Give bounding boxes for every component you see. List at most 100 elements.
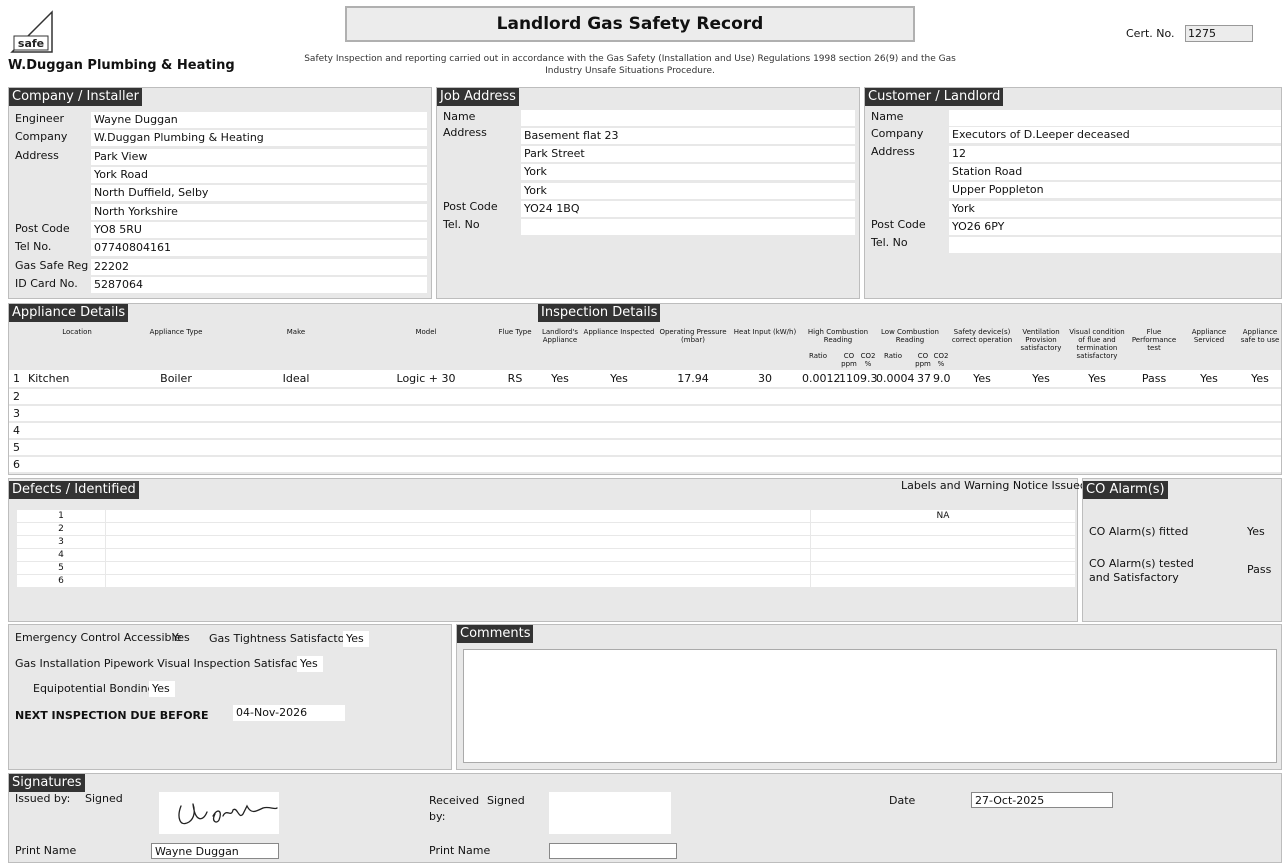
co-alarm-fitted-value[interactable]: Yes <box>1247 525 1265 538</box>
address-line-2[interactable]: York Road <box>91 167 427 183</box>
job-address-section: Job Address Name Address Basement flat 2… <box>436 87 860 299</box>
col-location: Location <box>62 328 92 336</box>
customer-company-field[interactable]: Executors of D.Leeper deceased <box>949 127 1281 143</box>
job-address-line-3[interactable]: York <box>521 164 855 180</box>
row-low-co[interactable]: 37 <box>917 370 931 387</box>
row-appliance-inspected[interactable]: Yes <box>581 370 657 387</box>
cert-number-field[interactable]: 1275 <box>1185 25 1253 42</box>
co-alarm-heading: CO Alarm(s) <box>1083 481 1168 499</box>
row-high-co[interactable]: 110 <box>839 370 860 387</box>
address-line-1[interactable]: Park View <box>91 149 427 165</box>
row-flue-performance[interactable]: Pass <box>1126 370 1182 387</box>
defect-notice[interactable] <box>811 536 1075 548</box>
gas-safe-reg-field[interactable]: 22202 <box>91 259 427 275</box>
address-line-3[interactable]: North Duffield, Selby <box>91 185 427 201</box>
customer-name-field[interactable] <box>949 110 1281 126</box>
defects-section: Defects / Identified Labels and Warning … <box>8 478 1087 622</box>
customer-postcode-field[interactable]: YO26 6PY <box>949 219 1281 235</box>
co-alarm-tested-value[interactable]: Pass <box>1247 563 1271 576</box>
job-name-label: Name <box>443 110 476 123</box>
comments-textarea[interactable] <box>463 649 1277 763</box>
row-high-co2[interactable]: 9.3 <box>860 370 878 387</box>
defect-notice[interactable] <box>811 575 1075 587</box>
customer-address-line-1[interactable]: 12 <box>949 146 1281 162</box>
defect-row[interactable]: 6 <box>17 575 1075 587</box>
receiver-signature[interactable] <box>549 792 671 834</box>
row-low-ratio[interactable]: 0.0004 <box>876 370 915 387</box>
customer-address-line-2[interactable]: Station Road <box>949 164 1281 180</box>
row-operating-pressure[interactable]: 17.94 <box>657 370 729 387</box>
id-card-field[interactable]: 5287064 <box>91 277 427 293</box>
appliance-row-6[interactable]: 6 <box>9 457 1281 472</box>
row-serviced[interactable]: Yes <box>1183 370 1235 387</box>
defect-row[interactable]: 1 NA <box>17 510 1075 522</box>
defect-text[interactable] <box>106 575 810 587</box>
appliance-row-3[interactable]: 3 <box>9 406 1281 421</box>
job-tel-field[interactable] <box>521 219 855 235</box>
defect-text[interactable] <box>106 523 810 535</box>
customer-address-line-3[interactable]: Upper Poppleton <box>949 182 1281 198</box>
row-low-co2[interactable]: 9.0 <box>933 370 951 387</box>
job-postcode-field[interactable]: YO24 1BQ <box>521 201 855 217</box>
company-field[interactable]: W.Duggan Plumbing & Heating <box>91 130 427 146</box>
defect-notice[interactable]: NA <box>811 510 1075 522</box>
received-print-name-field[interactable] <box>549 843 677 859</box>
defect-notice[interactable] <box>811 549 1075 561</box>
page-subtitle: Safety Inspection and reporting carried … <box>290 53 970 77</box>
defect-text[interactable] <box>106 549 810 561</box>
defect-row[interactable]: 5 <box>17 562 1075 574</box>
row-heat-input[interactable]: 30 <box>729 370 801 387</box>
job-name-field[interactable] <box>521 110 855 126</box>
row-visual-condition[interactable]: Yes <box>1069 370 1125 387</box>
row-high-ratio[interactable]: 0.0012 <box>802 370 841 387</box>
job-address-heading: Job Address <box>437 88 519 106</box>
row-landlords-appliance[interactable]: Yes <box>539 370 581 387</box>
row-ventilation[interactable]: Yes <box>1014 370 1068 387</box>
appliance-row-5[interactable]: 5 <box>9 440 1281 455</box>
defect-text[interactable] <box>106 562 810 574</box>
customer-address-line-4[interactable]: York <box>949 201 1281 217</box>
date-label: Date <box>889 794 916 807</box>
col-heat-input: Heat Input (kW/h) <box>733 328 797 336</box>
next-inspection-date[interactable]: 04-Nov-2026 <box>233 705 345 721</box>
row-model[interactable]: Logic + 30 <box>361 370 491 387</box>
col-low-co2: CO2 % <box>933 352 949 368</box>
row-safe-to-use[interactable]: Yes <box>1236 370 1284 387</box>
appliance-row-2[interactable]: 2 <box>9 389 1281 404</box>
row-appliance-type[interactable]: Boiler <box>121 370 231 387</box>
defect-text[interactable] <box>106 536 810 548</box>
defect-row[interactable]: 4 <box>17 549 1075 561</box>
signature-date-field[interactable]: 27-Oct-2025 <box>971 792 1113 808</box>
defect-row[interactable]: 2 <box>17 523 1075 535</box>
installer-heading: Company / Installer <box>9 88 142 106</box>
customer-tel-field[interactable] <box>949 237 1281 253</box>
issuer-signature[interactable] <box>159 792 279 834</box>
tel-field[interactable]: 07740804161 <box>91 240 427 256</box>
appliance-table-header: Location Appliance Type Make Model Flue … <box>9 324 1281 368</box>
gas-tightness-value[interactable]: Yes <box>343 631 369 647</box>
col-appliance-inspected: Appliance Inspected <box>583 328 655 336</box>
defect-notice[interactable] <box>811 523 1075 535</box>
customer-address-label: Address <box>871 145 915 158</box>
job-address-line-2[interactable]: Park Street <box>521 146 855 162</box>
row-number: 2 <box>13 390 20 403</box>
engineer-field[interactable]: Wayne Duggan <box>91 112 427 128</box>
svg-text:safe: safe <box>18 37 44 50</box>
equipotential-bonding-value[interactable]: Yes <box>149 681 175 697</box>
defect-notice[interactable] <box>811 562 1075 574</box>
emergency-control-value[interactable]: Yes <box>169 630 199 646</box>
installer-section: Company / Installer Engineer Wayne Dugga… <box>8 87 432 299</box>
row-make[interactable]: Ideal <box>231 370 361 387</box>
job-address-line-1[interactable]: Basement flat 23 <box>521 128 855 144</box>
row-flue-type[interactable]: RS <box>491 370 539 387</box>
appliance-row-4[interactable]: 4 <box>9 423 1281 438</box>
defect-text[interactable] <box>106 510 810 522</box>
defect-row[interactable]: 3 <box>17 536 1075 548</box>
pipework-inspection-value[interactable]: Yes <box>297 656 323 672</box>
address-line-4[interactable]: North Yorkshire <box>91 204 427 220</box>
postcode-field[interactable]: YO8 5RU <box>91 222 427 238</box>
job-address-line-4[interactable]: York <box>521 183 855 199</box>
issued-print-name-field[interactable]: Wayne Duggan <box>151 843 279 859</box>
received-by-label-1: Received <box>429 794 480 807</box>
row-safety-device[interactable]: Yes <box>951 370 1013 387</box>
